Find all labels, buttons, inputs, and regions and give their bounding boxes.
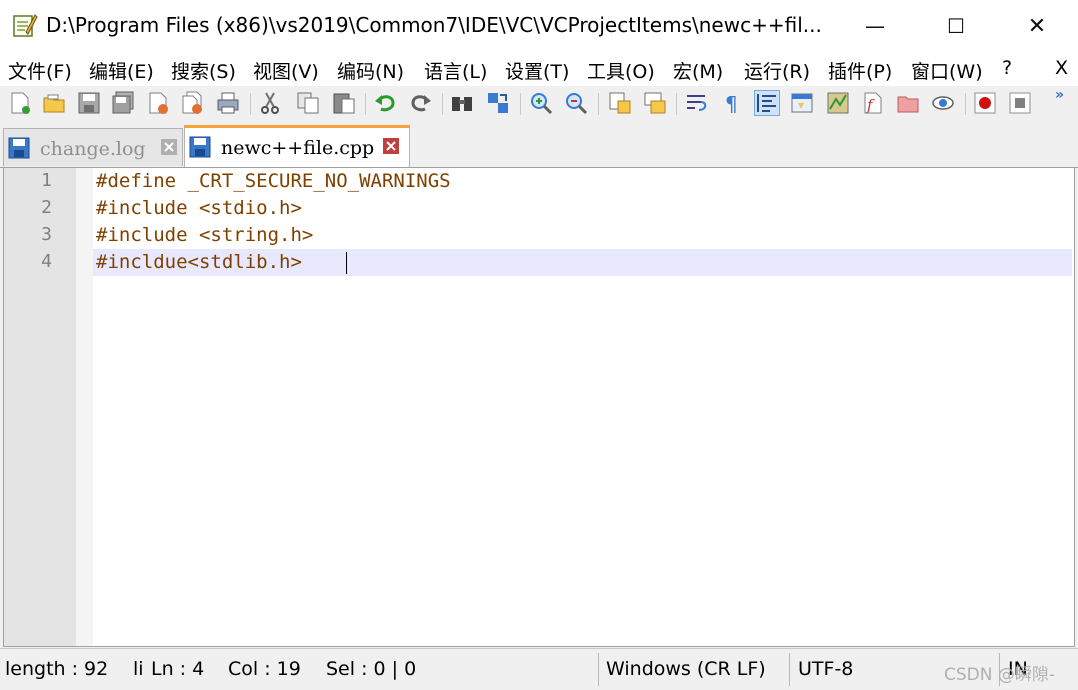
menu-view[interactable]: 视图(V) <box>253 57 319 84</box>
code-line[interactable]: #include <string.h> <box>96 222 313 249</box>
watermark: CSDN @瞬隙- <box>944 665 1056 685</box>
status-separator <box>598 653 599 686</box>
toolbar-separator <box>442 93 443 115</box>
menu-tools[interactable]: 工具(O) <box>587 57 655 84</box>
replace-icon[interactable] <box>486 91 510 115</box>
toolbar-separator <box>250 93 251 115</box>
copy-icon[interactable] <box>296 91 320 115</box>
redo-icon[interactable] <box>409 91 433 115</box>
toolbar-overflow-icon[interactable]: » <box>1055 87 1064 103</box>
code-line[interactable]: #incldue<stdlib.h> <box>96 249 302 276</box>
code-line[interactable]: #define _CRT_SECURE_NO_WARNINGS <box>96 168 451 195</box>
tab-change-log[interactable]: change.log <box>3 128 183 166</box>
minimize-button[interactable]: — <box>852 0 898 52</box>
status-length: length : 92 <box>5 658 109 680</box>
save-all-icon[interactable] <box>111 91 135 115</box>
show-all-chars-icon[interactable]: ¶ <box>720 91 744 115</box>
paste-icon[interactable] <box>332 91 356 115</box>
line-number-gutter: 1 2 3 4 <box>4 168 76 646</box>
toolbar-separator <box>365 93 366 115</box>
line-number: 4 <box>41 251 52 272</box>
stop-macro-icon[interactable] <box>1008 91 1032 115</box>
menu-window[interactable]: 窗口(W) <box>911 57 983 84</box>
code-line[interactable]: #include <stdio.h> <box>96 195 302 222</box>
close-icon[interactable] <box>146 91 170 115</box>
sync-vertical-icon[interactable] <box>608 91 632 115</box>
sync-horizontal-icon[interactable] <box>643 91 667 115</box>
status-bar: length : 92 li Ln : 4 Col : 19 Sel : 0 |… <box>0 648 1078 690</box>
tab-label: change.log <box>40 138 146 160</box>
tab-newc-file-cpp[interactable]: newc++file.cpp <box>184 125 410 167</box>
open-file-icon[interactable] <box>42 91 66 115</box>
print-icon[interactable] <box>216 91 240 115</box>
indent-guide-icon[interactable] <box>754 90 780 116</box>
tab-close-icon[interactable] <box>383 138 399 154</box>
menu-encoding[interactable]: 编码(N) <box>337 57 404 84</box>
editor-area[interactable]: 1 2 3 4 #define _CRT_SECURE_NO_WARNINGS … <box>3 167 1075 647</box>
status-encoding: UTF-8 <box>798 658 854 680</box>
status-separator <box>789 653 790 686</box>
save-icon[interactable] <box>77 91 101 115</box>
find-icon[interactable] <box>450 91 474 115</box>
status-li: li <box>133 658 144 680</box>
saved-file-icon <box>189 136 211 158</box>
zoom-in-icon[interactable] <box>529 91 553 115</box>
saved-file-icon <box>8 137 30 159</box>
monitor-icon[interactable] <box>931 91 955 115</box>
zoom-out-icon[interactable] <box>564 91 588 115</box>
status-column: Col : 19 <box>228 658 301 680</box>
tab-bar: change.log newc++file.cpp <box>0 122 1078 168</box>
line-number: 2 <box>41 197 52 218</box>
status-selection: Sel : 0 | 0 <box>326 658 417 680</box>
toolbar: ¶ f » <box>0 86 1078 122</box>
title-bar: D:\Program Files (x86)\vs2019\Common7\ID… <box>0 0 1078 52</box>
close-document-button[interactable]: X <box>1055 57 1068 79</box>
toolbar-separator <box>676 93 677 115</box>
tab-close-icon[interactable] <box>161 139 177 155</box>
maximize-button[interactable]: ☐ <box>933 0 979 52</box>
close-window-button[interactable]: ✕ <box>1014 0 1060 52</box>
svg-text:¶: ¶ <box>725 92 738 115</box>
menu-file[interactable]: 文件(F) <box>8 57 72 84</box>
toolbar-separator <box>965 93 966 115</box>
menu-edit[interactable]: 编辑(E) <box>89 57 154 84</box>
new-file-icon[interactable] <box>8 91 32 115</box>
notepad-plus-plus-icon <box>13 14 38 37</box>
menu-language[interactable]: 语言(L) <box>424 57 487 84</box>
menu-settings[interactable]: 设置(T) <box>505 57 569 84</box>
line-number: 3 <box>41 224 52 245</box>
menu-run[interactable]: 运行(R) <box>744 57 810 84</box>
text-cursor <box>346 252 347 274</box>
menu-bar: 文件(F) 编辑(E) 搜索(S) 视图(V) 编码(N) 语言(L) 设置(T… <box>0 52 1078 86</box>
tab-label: newc++file.cpp <box>221 137 375 159</box>
line-number: 1 <box>41 170 52 191</box>
function-list-icon[interactable]: f <box>861 91 885 115</box>
record-macro-icon[interactable] <box>973 91 997 115</box>
menu-help[interactable]: ? <box>1002 57 1012 79</box>
word-wrap-icon[interactable] <box>685 91 709 115</box>
menu-plugins[interactable]: 插件(P) <box>828 57 892 84</box>
toolbar-separator <box>520 93 521 115</box>
menu-macro[interactable]: 宏(M) <box>673 57 723 84</box>
folder-workspace-icon[interactable] <box>896 91 920 115</box>
fold-margin <box>76 168 93 646</box>
cut-icon[interactable] <box>258 91 282 115</box>
status-line: Ln : 4 <box>151 658 205 680</box>
status-eol: Windows (CR LF) <box>606 658 766 680</box>
undo-icon[interactable] <box>373 91 397 115</box>
menu-search[interactable]: 搜索(S) <box>171 57 236 84</box>
close-all-icon[interactable] <box>180 91 204 115</box>
window-title: D:\Program Files (x86)\vs2019\Common7\ID… <box>46 13 822 37</box>
udl-icon[interactable] <box>790 91 814 115</box>
doc-map-icon[interactable] <box>826 91 850 115</box>
toolbar-separator <box>598 93 599 115</box>
